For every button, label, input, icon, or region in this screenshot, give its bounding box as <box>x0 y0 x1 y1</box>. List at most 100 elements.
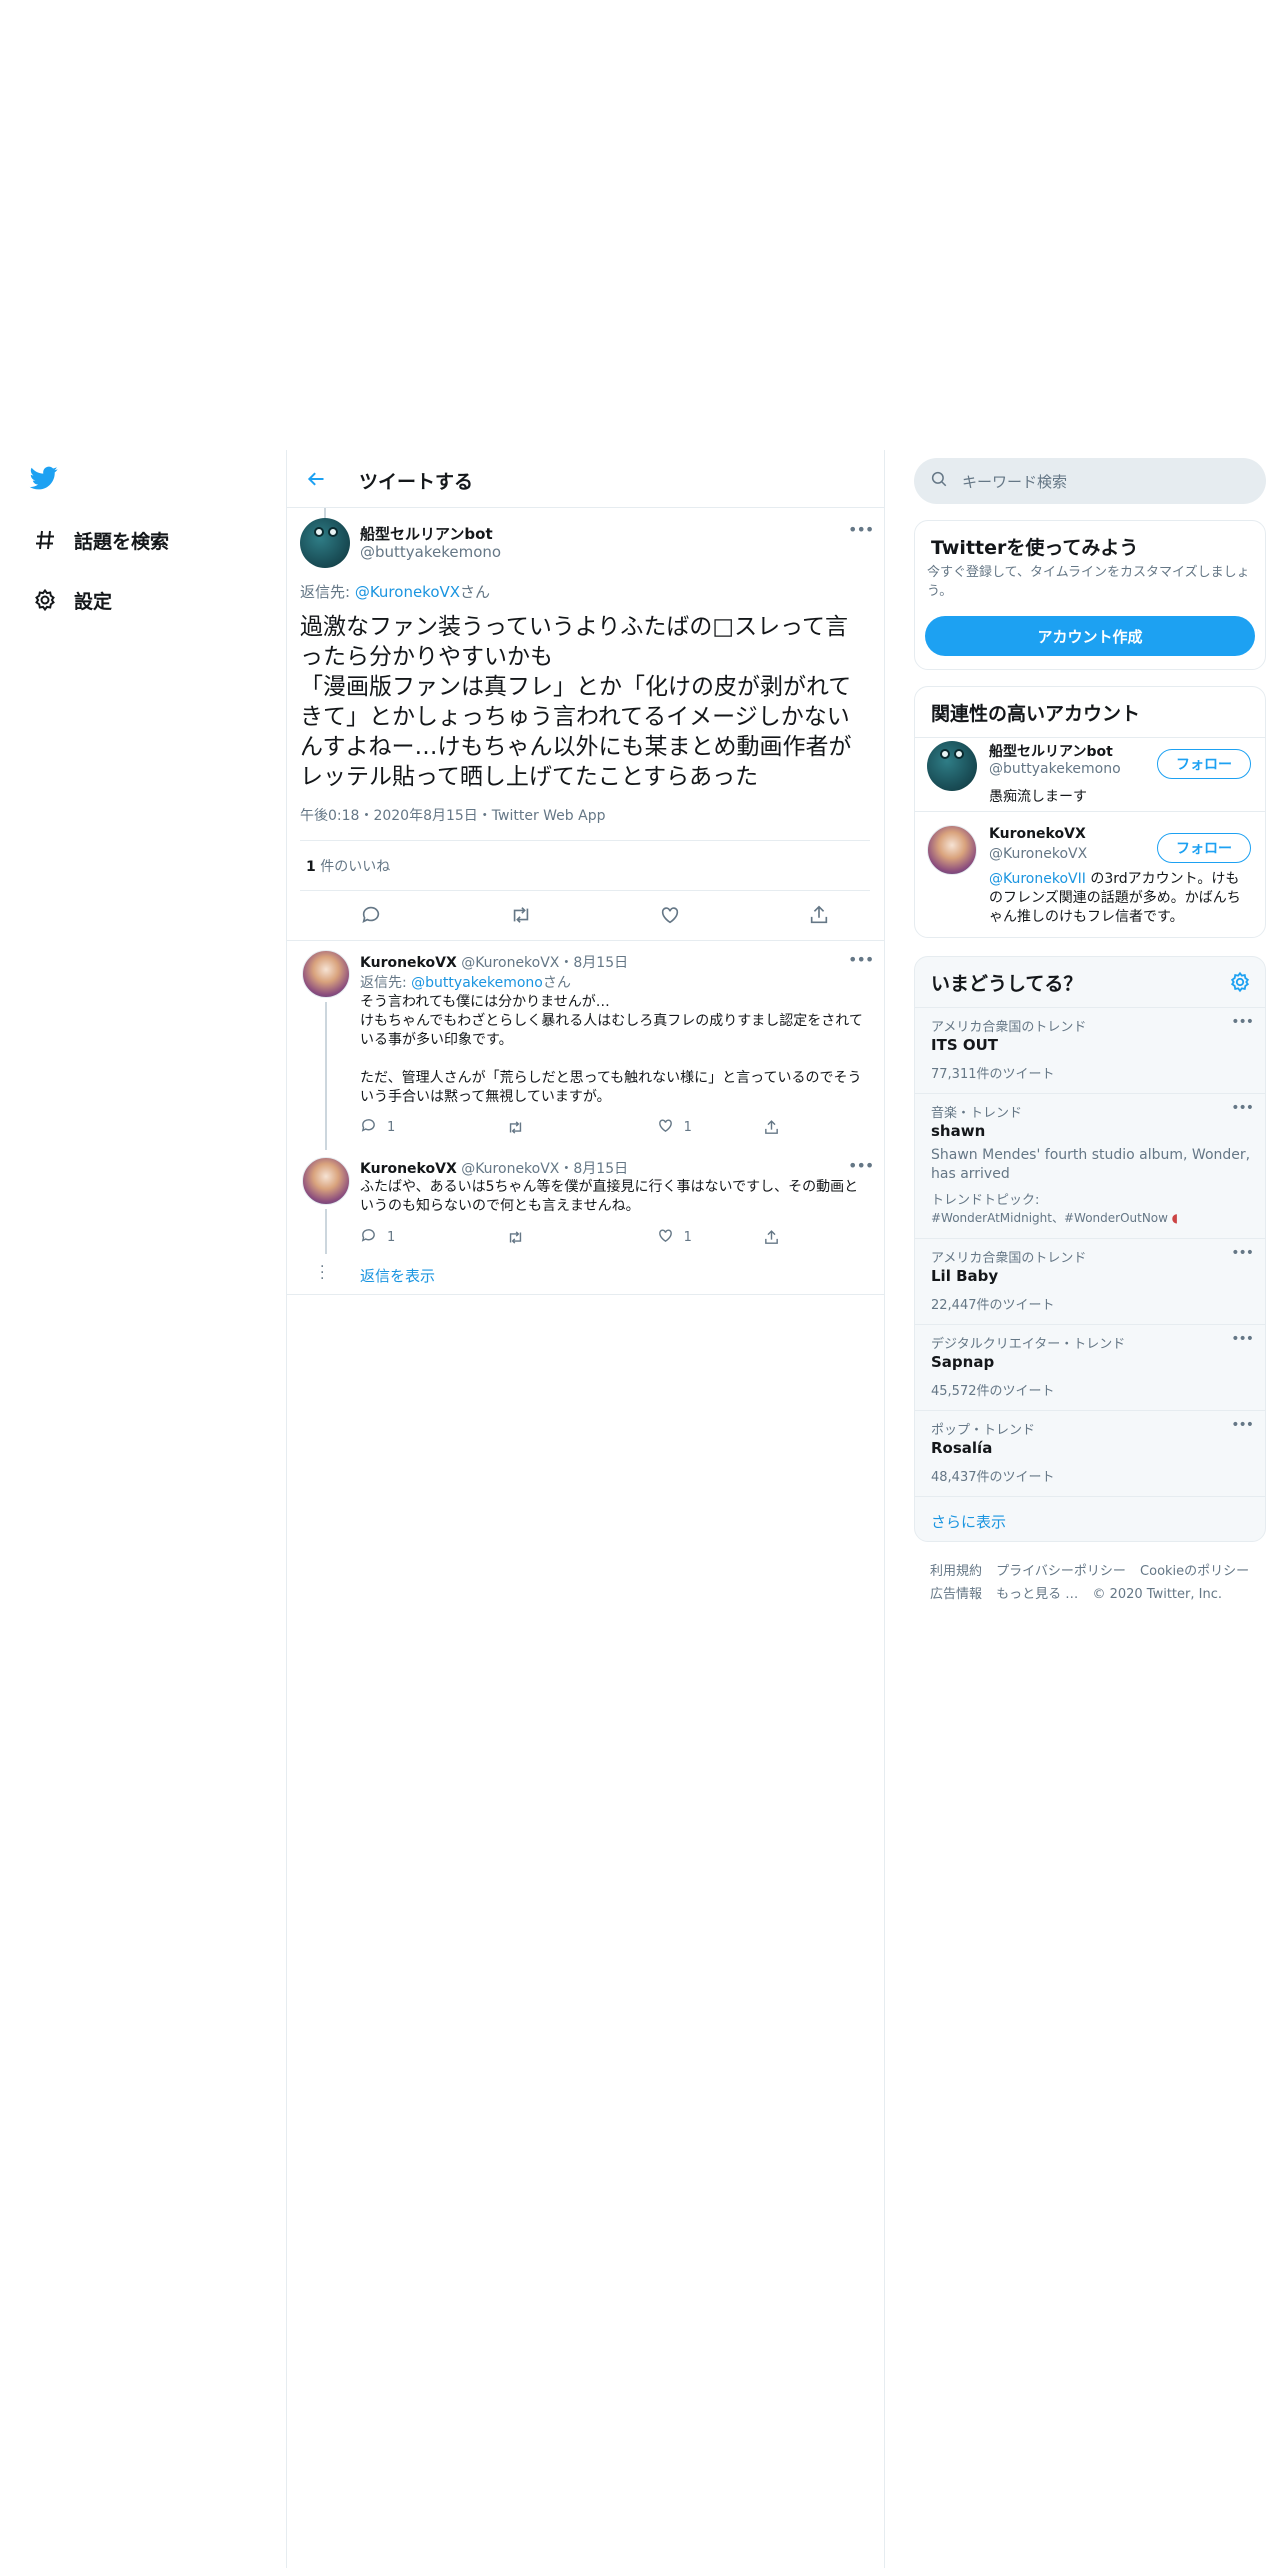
reply-to-handle[interactable]: @buttyakekemono <box>411 975 543 991</box>
reply-button[interactable]: 1 <box>360 1227 395 1248</box>
related-accounts-card: 関連性の高いアカウント 船型セルリアンbot @buttyakekemono 愚… <box>914 686 1266 938</box>
follow-button[interactable]: フォロー <box>1157 833 1251 863</box>
share-icon[interactable] <box>763 1227 780 1248</box>
retweet-icon[interactable] <box>506 1227 525 1248</box>
avatar[interactable] <box>927 741 977 791</box>
share-icon[interactable] <box>808 904 830 926</box>
show-more-link[interactable]: さらに表示 <box>931 1511 1006 1532</box>
show-replies-link[interactable]: 返信を表示 <box>360 1265 435 1286</box>
trend-context: アメリカ合衆国のトレンド <box>931 1251 1087 1266</box>
account-handle[interactable]: @KuronekoVX <box>989 846 1087 862</box>
column-divider-right <box>884 450 885 2568</box>
column-divider-left <box>286 450 287 2568</box>
gear-icon[interactable] <box>1229 971 1251 997</box>
trend-context: デジタルクリエイター・トレンド <box>931 1337 1126 1352</box>
author-handle[interactable]: @buttyakekemono <box>360 543 501 561</box>
footer-link-cookies[interactable]: Cookieのポリシー <box>1140 1564 1249 1579</box>
reply-author-handle[interactable]: @KuronekoVX・8月15日 <box>461 955 628 971</box>
trend-topics[interactable]: #WonderAtMidnight、#WonderOutNow ◖ <box>931 1209 1178 1226</box>
trend-count: 45,572件のツイート <box>931 1384 1055 1399</box>
gear-icon <box>28 583 62 617</box>
reply-to-line: 返信先: @buttyakekemonoさん <box>360 972 571 992</box>
twitter-logo-icon[interactable] <box>28 464 62 498</box>
show-more-row[interactable]: さらに表示 <box>915 1496 1265 1541</box>
nav-explore-label: 話題を検索 <box>74 530 170 553</box>
reply-author-name[interactable]: KuronekoVX <box>360 1161 457 1177</box>
nav-settings[interactable]: 設定 <box>28 580 112 620</box>
retweet-icon[interactable] <box>506 1117 525 1138</box>
more-options-icon[interactable]: ••• <box>848 950 874 969</box>
likes-label: 件のいいね <box>315 859 391 875</box>
thread-connector <box>325 1002 327 1150</box>
trend-item[interactable]: 音楽・トレンド ••• shawn Shawn Mendes' fourth s… <box>915 1093 1265 1238</box>
trend-count: 22,447件のツイート <box>931 1298 1055 1313</box>
likes-summary[interactable]: 1 件のいいね <box>306 856 390 876</box>
related-title: 関連性の高いアカウント <box>931 703 1141 725</box>
trend-count: 48,437件のツイート <box>931 1470 1055 1485</box>
avatar[interactable] <box>300 518 350 568</box>
like-icon[interactable] <box>659 904 681 926</box>
like-button[interactable]: 1 <box>657 1227 692 1248</box>
reply-button[interactable]: 1 <box>360 1117 395 1138</box>
trend-name: ITS OUT <box>931 1036 999 1054</box>
avatar[interactable] <box>927 825 977 875</box>
reply-text: ふたばや、あるいは5ちゃん等を僕が直接見に行く事はないですし、その動画というのも… <box>360 1179 859 1214</box>
more-options-icon[interactable]: ••• <box>848 1156 874 1175</box>
reply-icon <box>360 1227 377 1248</box>
search-input[interactable]: キーワード検索 <box>914 458 1266 504</box>
account-name[interactable]: 船型セルリアンbot <box>989 741 1113 761</box>
bio-mention-link[interactable]: @KuronekoVII <box>989 871 1086 887</box>
trend-item[interactable]: デジタルクリエイター・トレンド ••• Sapnap 45,572件のツイート <box>915 1324 1265 1410</box>
like-icon <box>657 1117 674 1138</box>
account-name[interactable]: KuronekoVX <box>989 826 1086 842</box>
search-placeholder: キーワード検索 <box>962 472 1068 491</box>
share-icon[interactable] <box>763 1117 780 1138</box>
divider <box>287 1294 884 1295</box>
more-options-icon[interactable]: ••• <box>1231 1417 1254 1433</box>
reply-text: そう言われても僕には分かりませんが… けもちゃんでもわざとらしく暴れる人はむしろ… <box>360 994 863 1105</box>
footer-link-more[interactable]: もっと見る … <box>996 1587 1078 1602</box>
trend-item[interactable]: ポップ・トレンド ••• Rosalía 48,437件のツイート <box>915 1410 1265 1496</box>
thread-dots: · · · <box>320 1259 325 1287</box>
more-options-icon[interactable]: ••• <box>848 520 874 539</box>
retweet-icon[interactable] <box>509 904 533 926</box>
more-options-icon[interactable]: ••• <box>1231 1245 1254 1261</box>
account-handle[interactable]: @buttyakekemono <box>989 761 1121 777</box>
footer-link-terms[interactable]: 利用規約 <box>930 1564 982 1579</box>
reply-author-name[interactable]: KuronekoVX <box>360 955 457 971</box>
footer-link-privacy[interactable]: プライバシーポリシー <box>996 1564 1126 1579</box>
footer-link-ads[interactable]: 広告情報 <box>930 1587 982 1602</box>
more-options-icon[interactable]: ••• <box>1231 1100 1254 1116</box>
trend-item[interactable]: アメリカ合衆国のトレンド ••• Lil Baby 22,447件のツイート <box>915 1238 1265 1324</box>
avatar[interactable] <box>302 950 350 998</box>
reply-to-handle[interactable]: @KuronekoVX <box>355 583 460 601</box>
avatar[interactable] <box>302 1157 350 1205</box>
divider <box>300 840 870 841</box>
reply-icon[interactable] <box>360 904 382 926</box>
more-options-icon[interactable]: ••• <box>1231 1014 1254 1030</box>
trend-name: Rosalía <box>931 1439 993 1457</box>
like-button[interactable]: 1 <box>657 1117 692 1138</box>
hashtag-icon <box>28 523 62 557</box>
nav-settings-label: 設定 <box>74 590 113 613</box>
trend-count: 77,311件のツイート <box>931 1067 1055 1082</box>
footer-copyright: © 2020 Twitter, Inc. <box>1092 1587 1222 1602</box>
account-bio: 愚痴流しまーす <box>989 789 1087 805</box>
reply-actions: 1 1 <box>360 1227 780 1248</box>
reply-to-suffix: さん <box>542 975 571 991</box>
more-options-icon[interactable]: ••• <box>1231 1331 1254 1347</box>
back-arrow-icon[interactable] <box>301 464 331 494</box>
signup-card: Twitterを使ってみよう 今すぐ登録して、タイムラインをカスタマイズしましょ… <box>914 520 1266 670</box>
create-account-button[interactable]: アカウント作成 <box>925 616 1255 656</box>
reply-author-handle[interactable]: @KuronekoVX・8月15日 <box>461 1161 628 1177</box>
signup-title: Twitterを使ってみよう <box>931 537 1139 559</box>
follow-button[interactable]: フォロー <box>1157 749 1251 779</box>
tweet-timestamp[interactable]: 午後0:18・2020年8月15日・Twitter Web App <box>300 805 605 825</box>
trend-context: ポップ・トレンド <box>931 1423 1036 1438</box>
trend-item[interactable]: アメリカ合衆国のトレンド ••• ITS OUT 77,311件のツイート <box>915 1007 1265 1093</box>
tweet-actions <box>360 904 830 926</box>
nav-explore[interactable]: 話題を検索 <box>28 520 169 560</box>
reply-to-suffix: さん <box>460 583 491 601</box>
tweet-text: 過激なファン装うっていうよりふたばの□スレって言ったら分かりやすいかも 「漫画版… <box>300 614 852 790</box>
author-name[interactable]: 船型セルリアンbot <box>360 523 493 544</box>
